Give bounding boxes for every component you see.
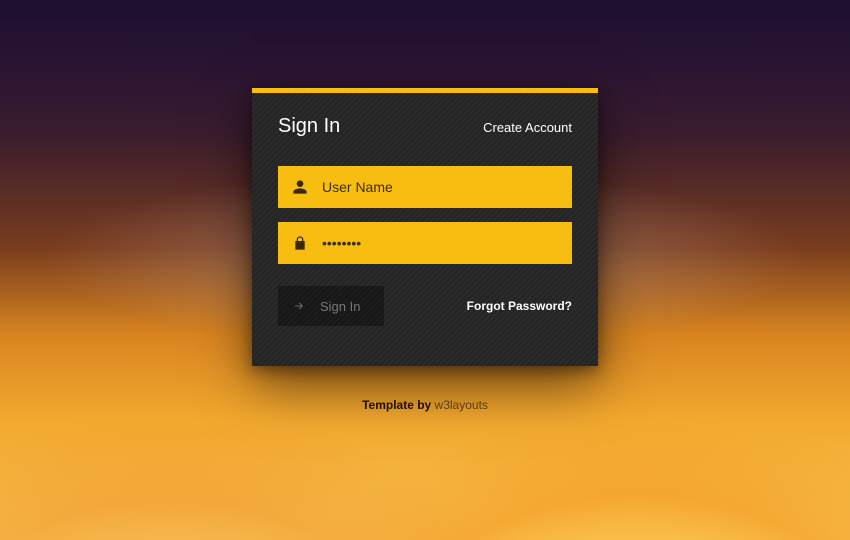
user-icon (278, 179, 322, 195)
footer-brand-link[interactable]: w3layouts (435, 398, 488, 412)
password-row (278, 222, 572, 264)
footer-credit: Template by w3layouts (362, 398, 488, 412)
create-account-link[interactable]: Create Account (483, 120, 572, 135)
forgot-password-link[interactable]: Forgot Password? (467, 299, 572, 313)
actions-row: Sign In Forgot Password? (278, 286, 572, 326)
username-input[interactable] (322, 166, 572, 208)
username-row (278, 166, 572, 208)
arrow-right-icon (292, 299, 306, 313)
signin-button[interactable]: Sign In (278, 286, 384, 326)
card-header: Sign In Create Account (278, 115, 572, 138)
signin-button-label: Sign In (320, 299, 360, 314)
password-input[interactable] (322, 222, 572, 264)
footer-prefix: Template by (362, 398, 434, 412)
page-title: Sign In (278, 115, 340, 138)
lock-icon (278, 235, 322, 251)
signin-card: Sign In Create Account Sign In Forgot Pa… (252, 88, 598, 366)
